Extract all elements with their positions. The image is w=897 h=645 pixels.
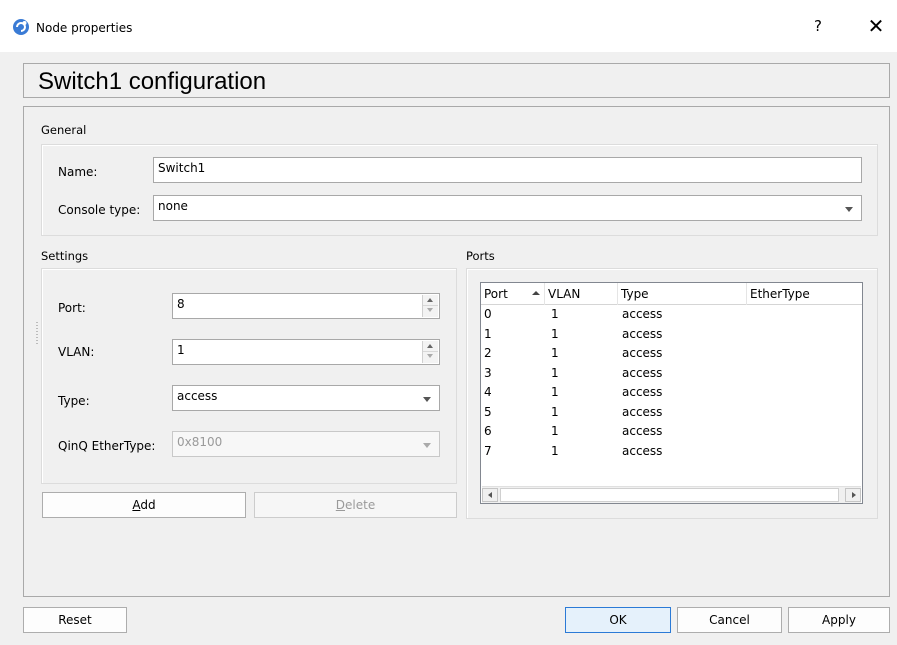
- type-select[interactable]: access: [172, 385, 440, 411]
- window-title: Node properties: [36, 21, 133, 35]
- ports-group-label: Ports: [466, 249, 495, 263]
- type-value: access: [177, 389, 218, 403]
- cell-type: access: [622, 307, 663, 321]
- table-row[interactable]: 1 1 access: [481, 326, 862, 346]
- reset-button[interactable]: Reset: [23, 607, 127, 633]
- cell-port: 2: [484, 346, 492, 360]
- column-header-vlan[interactable]: VLAN: [545, 283, 618, 305]
- cell-vlan: 1: [551, 346, 559, 360]
- name-label: Name:: [58, 165, 98, 179]
- table-row[interactable]: 4 1 access: [481, 384, 862, 404]
- cell-vlan: 1: [551, 443, 559, 458]
- heading-box: Switch1 configuration: [23, 63, 890, 98]
- gns3-app-icon: [13, 19, 29, 35]
- dialog-body: Switch1 configuration General Name: Swit…: [0, 52, 897, 645]
- cell-vlan: 1: [551, 385, 559, 399]
- settings-group-label: Settings: [41, 249, 89, 263]
- cell-type: access: [622, 385, 663, 399]
- cell-port: 1: [484, 326, 492, 341]
- table-row[interactable]: 7 1 access: [481, 443, 862, 463]
- resize-grip-icon[interactable]: [36, 322, 38, 344]
- column-label-port: Port: [484, 287, 508, 301]
- scroll-thumb[interactable]: [500, 488, 839, 502]
- help-button[interactable]: ?: [806, 17, 830, 39]
- chevron-down-icon: [423, 443, 431, 448]
- cell-type: access: [622, 424, 663, 438]
- general-group-label: General: [41, 123, 87, 137]
- add-button[interactable]: Add: [42, 492, 246, 518]
- horizontal-scrollbar[interactable]: [482, 486, 861, 503]
- spin-buttons: [422, 295, 438, 317]
- close-icon[interactable]: ✕: [862, 14, 890, 42]
- cell-vlan: 1: [551, 365, 559, 380]
- scroll-left-icon[interactable]: [482, 488, 498, 502]
- qinq-ethertype-value: 0x8100: [177, 435, 223, 449]
- qinq-ethertype-label: QinQ EtherType:: [58, 439, 156, 453]
- spin-down-icon[interactable]: [423, 306, 438, 317]
- chevron-down-icon: [845, 207, 853, 212]
- cell-port: 7: [484, 443, 492, 458]
- spin-down-icon[interactable]: [423, 352, 438, 363]
- column-header-ethertype[interactable]: EtherType: [747, 283, 862, 305]
- cell-type: access: [622, 365, 663, 380]
- port-spinbox[interactable]: 8: [172, 293, 440, 319]
- console-type-label: Console type:: [58, 203, 141, 217]
- cell-vlan: 1: [551, 404, 559, 419]
- cell-vlan: 1: [551, 326, 559, 341]
- cell-type: access: [622, 404, 663, 419]
- port-value: 8: [177, 297, 185, 311]
- vlan-value: 1: [177, 343, 185, 357]
- type-label: Type:: [58, 394, 90, 408]
- cell-vlan: 1: [551, 307, 559, 321]
- column-header-type[interactable]: Type: [618, 283, 747, 305]
- cell-port: 4: [484, 385, 492, 399]
- table-row[interactable]: 2 1 access: [481, 345, 862, 365]
- vlan-spinbox[interactable]: 1: [172, 339, 440, 365]
- cell-type: access: [622, 346, 663, 360]
- column-label-ethertype: EtherType: [750, 287, 810, 301]
- cell-port: 3: [484, 365, 492, 380]
- qinq-ethertype-select[interactable]: 0x8100: [172, 431, 440, 457]
- ok-button[interactable]: OK: [565, 607, 671, 633]
- title-bar: Node properties ? ✕: [0, 0, 897, 52]
- table-body: 0 1 access 1 1 access 2 1 access 3 1 access 4 1 access…: [481, 306, 862, 462]
- cell-port: 0: [484, 307, 492, 321]
- column-label-vlan: VLAN: [548, 287, 581, 301]
- sort-ascending-icon: [532, 291, 540, 295]
- vlan-label: VLAN:: [58, 345, 95, 359]
- chevron-down-icon: [423, 397, 431, 402]
- name-input[interactable]: Switch1: [153, 157, 862, 183]
- cell-port: 5: [484, 404, 492, 419]
- delete-label-suffix: elete: [345, 498, 376, 512]
- cancel-button[interactable]: Cancel: [677, 607, 782, 633]
- scroll-right-icon[interactable]: [845, 488, 861, 502]
- ports-table[interactable]: Port VLAN Type EtherType 0 1 access 1 1 acces…: [480, 282, 863, 504]
- table-header: Port VLAN Type EtherType: [481, 283, 862, 305]
- add-label-suffix: dd: [140, 498, 156, 512]
- port-label: Port:: [58, 301, 86, 315]
- spin-up-icon[interactable]: [423, 341, 438, 352]
- table-row[interactable]: 3 1 access: [481, 365, 862, 385]
- spin-buttons: [422, 341, 438, 363]
- cell-vlan: 1: [551, 424, 559, 438]
- cell-type: access: [622, 326, 663, 341]
- spin-up-icon[interactable]: [423, 295, 438, 306]
- page-title: Switch1 configuration: [38, 68, 267, 95]
- delete-button[interactable]: Delete: [254, 492, 457, 518]
- cell-port: 6: [484, 424, 492, 438]
- console-type-value: none: [158, 199, 188, 213]
- table-row[interactable]: 5 1 access: [481, 404, 862, 424]
- cell-type: access: [622, 443, 663, 458]
- table-row[interactable]: 0 1 access: [481, 306, 862, 326]
- table-row[interactable]: 6 1 access: [481, 423, 862, 443]
- delete-mnemonic: D: [335, 498, 346, 512]
- console-type-select[interactable]: none: [153, 195, 862, 221]
- apply-button[interactable]: Apply: [788, 607, 890, 633]
- column-label-type: Type: [621, 287, 649, 301]
